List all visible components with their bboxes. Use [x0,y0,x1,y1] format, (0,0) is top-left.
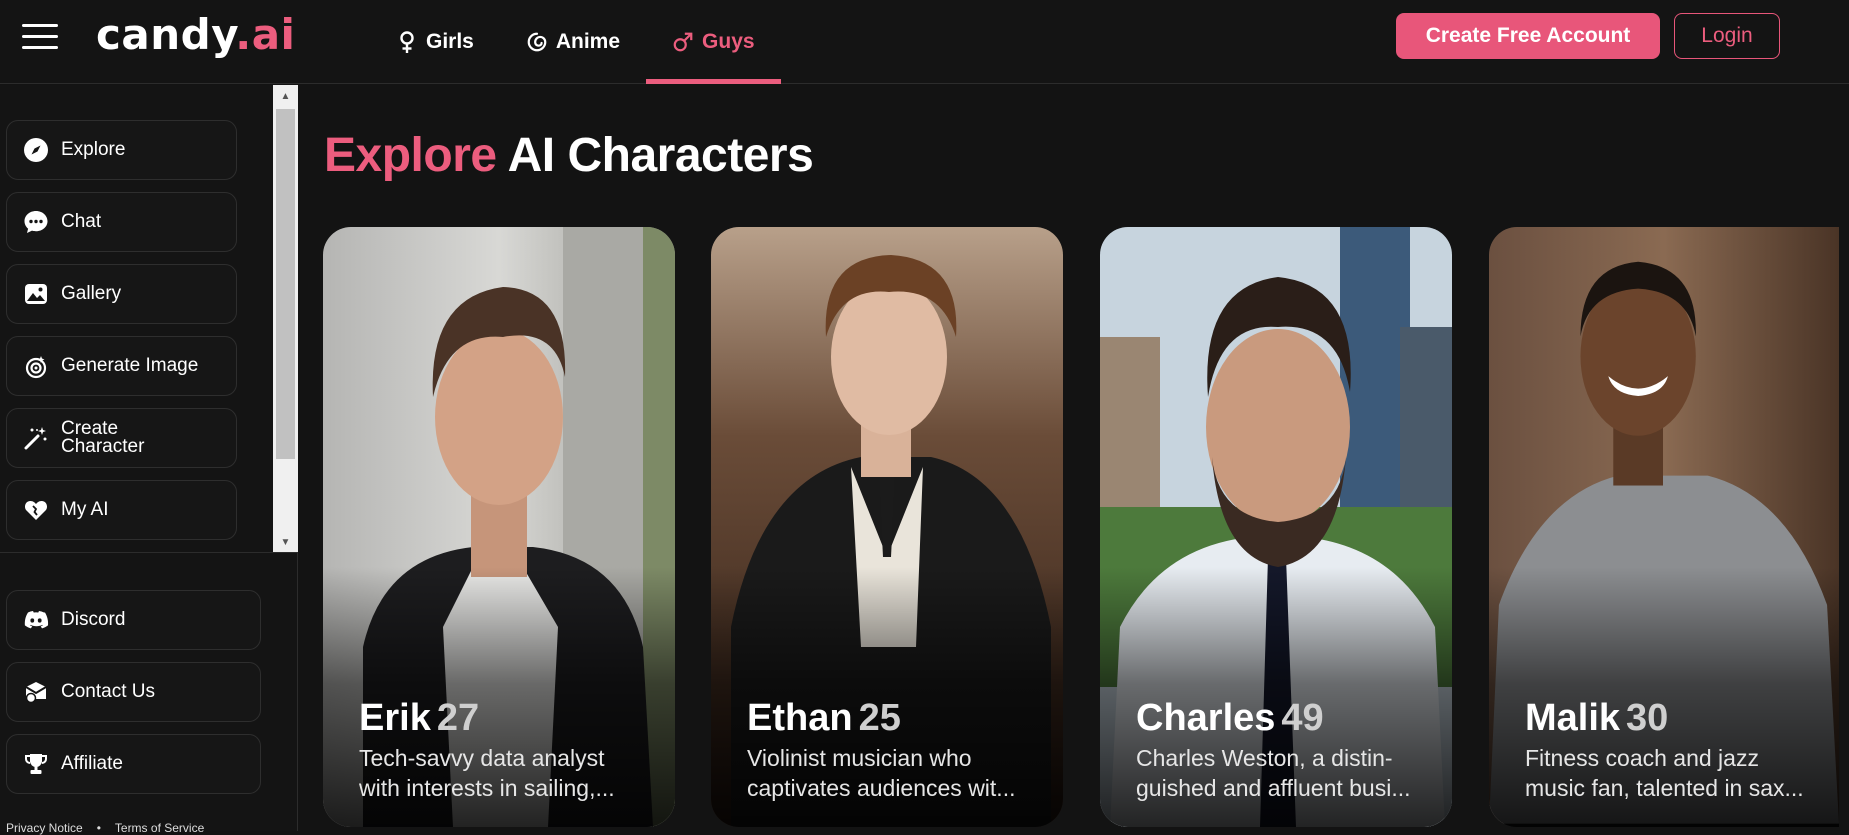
create-free-account-button[interactable]: Create Free Account [1396,13,1660,59]
character-age: 27 [436,697,480,739]
sidebar-item-label: Chat [61,211,102,232]
tab-girls-label: Girls [426,30,474,53]
character-age: 25 [858,697,901,739]
sidebar: Explore Chat Gallery Generate Image Crea… [0,85,298,835]
male-icon [673,32,693,52]
sidebar-item-label: Affiliate [61,753,123,774]
sidebar-item-create-character[interactable]: Create Character [6,408,237,468]
terms-of-service-link[interactable]: Terms of Service [115,821,204,835]
top-navigation-bar: candy.ai Girls Anime Guys Create Free Ac… [0,0,1849,84]
character-age: 49 [1281,697,1324,739]
scroll-down-arrow-icon[interactable]: ▼ [273,531,298,552]
character-description: Violinist musician who captivates audienc… [747,745,1016,801]
sidebar-item-label: Gallery [61,283,122,304]
character-description: Tech-savvy data analyst with interests in… [359,745,615,801]
tab-guys[interactable]: Guys [646,0,781,84]
contact-icon [23,679,49,705]
page-title: Explore AI Characters [324,129,814,182]
tab-guys-label: Guys [702,30,755,53]
hamburger-menu-icon[interactable] [22,24,58,50]
gallery-icon [23,281,49,307]
sidebar-item-label: My AI [61,499,109,520]
character-age: 30 [1626,697,1669,739]
character-name: Erik 27 [359,697,480,739]
character-name: Charles 49 [1136,697,1324,739]
character-name: Ethan 25 [747,697,901,739]
sidebar-item-chat[interactable]: Chat [6,192,237,252]
chat-bubble-icon [23,209,49,235]
anime-swirl-icon [527,32,547,52]
sidebar-scroll-area: Explore Chat Gallery Generate Image Crea… [0,85,298,553]
magic-wand-icon [23,425,49,451]
compass-icon [23,137,49,163]
sidebar-item-discord[interactable]: Discord [6,590,261,650]
discord-icon [23,607,49,633]
character-name: Malik 30 [1525,697,1669,739]
character-card-ethan[interactable]: Ethan 25 Violinist musician who captivates… [711,227,1063,827]
character-card-erik[interactable]: Erik 27 Tech-savvy data analyst with inter… [323,227,675,827]
sidebar-item-label: Contact Us [61,681,155,702]
scrollbar-thumb[interactable] [276,109,295,459]
sidebar-item-generate-image[interactable]: Generate Image [6,336,237,396]
sidebar-item-my-ai[interactable]: My AI [6,480,237,540]
sidebar-item-explore[interactable]: Explore [6,120,237,180]
character-description: Fitness coach and jazz music fan, talente… [1525,745,1804,801]
trophy-icon [23,751,49,777]
sidebar-item-label: Discord [61,609,126,630]
character-description: Charles Weston, a distin-guished and aff… [1136,745,1411,801]
category-tabs: Girls Anime Guys [370,0,781,84]
heart-icon [23,497,49,523]
sidebar-item-label: Explore [61,139,126,160]
sidebar-item-label: Generate Image [61,355,199,376]
privacy-notice-link[interactable]: Privacy Notice [6,821,83,835]
sidebar-scrollbar[interactable]: ▲ ▼ [273,85,298,552]
sidebar-item-gallery[interactable]: Gallery [6,264,237,324]
candy-ai-logo[interactable]: candy.ai [96,10,295,59]
footer-separator: • [96,821,101,835]
generate-image-icon [23,353,49,379]
sidebar-item-contact-us[interactable]: Contact Us [6,662,261,722]
footer-links: Privacy Notice • Terms of Service [6,821,204,835]
sidebar-item-label: Create Character [61,418,145,457]
character-card-charles[interactable]: Charles 49 Charles Weston, a distin-guish… [1100,227,1452,827]
female-icon [400,31,414,53]
scroll-up-arrow-icon[interactable]: ▲ [273,85,298,107]
tab-anime[interactable]: Anime [500,0,646,84]
login-button[interactable]: Login [1674,13,1780,59]
character-card-malik[interactable]: Malik 30 Fitness coach and jazz music fan,… [1489,227,1839,827]
sidebar-item-affiliate[interactable]: Affiliate [6,734,261,794]
tab-anime-label: Anime [555,30,621,53]
tab-girls[interactable]: Girls [370,0,500,84]
